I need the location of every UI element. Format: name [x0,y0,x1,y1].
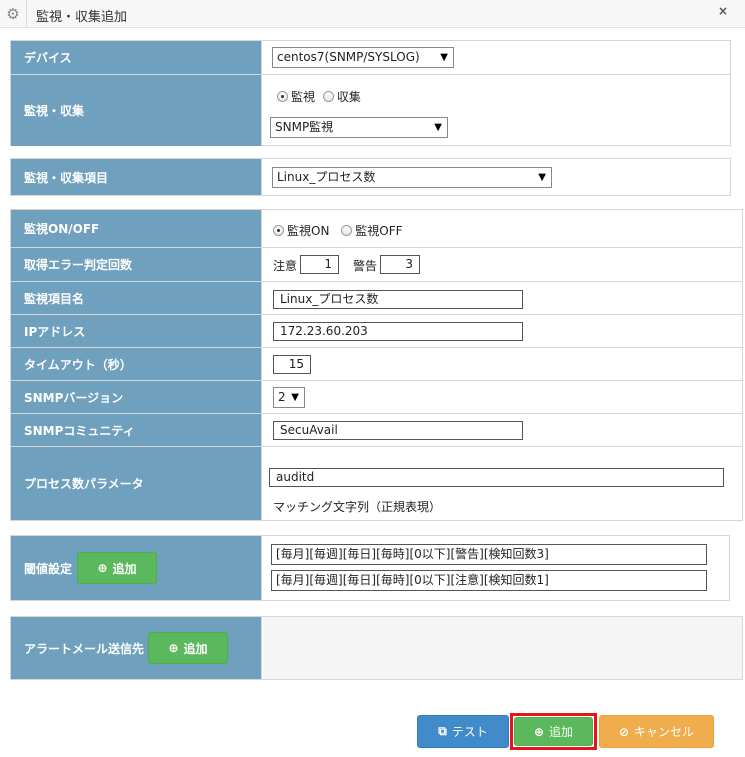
ip-label: IPアドレス [11,315,262,347]
timeout-input[interactable]: 15 [273,355,311,374]
radio-monitor-off[interactable] [341,225,353,236]
monitor-collect-label: 監視・収集 [11,75,262,146]
plus-circle-icon: ⊕ [533,724,545,739]
process-param-row: プロセス数パラメータ auditd マッチング文字列（正規表現） [11,447,742,520]
item-name-label: 監視項目名 [11,282,262,314]
plus-circle-icon: ⊕ [168,641,179,655]
ip-input[interactable]: 172.23.60.203 [273,322,523,341]
caution-count-input[interactable]: 1 [300,255,339,274]
monitor-collect-radios: 監視 収集 [277,88,361,105]
item-section: 監視・収集項目 Linux_プロセス数 ▼ [10,158,731,196]
titlebar-divider [26,0,27,28]
dropdown-arrow-icon: ▼ [291,392,299,403]
alert-mail-section: アラートメール送信先 ⊕ 追加 [10,616,743,680]
sitemap-icon: ⧉ [438,724,447,738]
snmp-version-label: SNMPバージョン [11,381,262,413]
radio-monitor[interactable] [277,91,288,102]
device-select[interactable]: centos7(SNMP/SYSLOG) ▼ [272,47,454,68]
monitor-onoff-row: 監視ON/OFF 監視ON 監視OFF [11,210,742,248]
error-count-row: 取得エラー判定回数 注意 1 警告 3 [11,248,742,282]
device-section: デバイス centos7(SNMP/SYSLOG) ▼ 監視・収集 監視 収集 … [10,40,731,146]
alert-mail-list [263,617,742,679]
item-name-row: 監視項目名 Linux_プロセス数 [11,282,742,315]
threshold-entry-1[interactable]: [毎月][毎週][毎日][毎時][0以下][警告][検知回数3] [271,544,707,565]
settings-section: 監視ON/OFF 監視ON 監視OFF 取得エラー判定回数 注意 1 警告 3 … [10,209,743,521]
dialog-title: 監視・収集追加 [36,10,128,25]
snmp-community-row: SNMPコミュニティ SecuAvail [11,414,742,447]
monitor-type-select[interactable]: SNMP監視 ▼ [270,117,448,138]
caution-label: 注意 [273,259,298,273]
threshold-label: 閾値設定 [24,561,73,576]
item-name-input[interactable]: Linux_プロセス数 [273,290,523,309]
error-count-label: 取得エラー判定回数 [11,248,262,281]
threshold-add-button[interactable]: ⊕ 追加 [77,552,157,584]
alert-mail-row: アラートメール送信先 ⊕ 追加 [11,617,742,679]
alert-mail-add-button[interactable]: ⊕ 追加 [148,632,228,664]
process-param-hint: マッチング文字列（正規表現） [273,500,442,514]
dropdown-arrow-icon: ▼ [440,52,448,63]
radio-collect[interactable] [322,91,334,102]
ip-row: IPアドレス 172.23.60.203 [11,315,742,348]
process-param-label: プロセス数パラメータ [11,447,262,520]
process-param-input[interactable]: auditd [269,468,724,487]
threshold-entry-2[interactable]: [毎月][毎週][毎日][毎時][0以下][注意][検知回数1] [271,570,707,591]
alert-mail-label: アラートメール送信先 [24,641,145,656]
monitor-onoff-label: 監視ON/OFF [11,210,262,247]
item-label: 監視・収集項目 [11,159,262,195]
warning-label: 警告 [353,259,378,273]
dialog-titlebar: ⚙ 監視・収集追加 × [0,0,745,28]
test-button[interactable]: ⧉ テスト [417,715,509,748]
dropdown-arrow-icon: ▼ [538,172,546,183]
cancel-button[interactable]: ⊘ キャンセル [599,715,714,748]
monitor-onoff-radios: 監視ON 監視OFF [273,222,403,239]
snmp-version-select[interactable]: 2 ▼ [273,387,305,408]
snmp-version-row: SNMPバージョン 2 ▼ [11,381,742,414]
radio-monitor-on[interactable] [273,225,284,236]
device-label: デバイス [11,41,262,74]
item-select[interactable]: Linux_プロセス数 ▼ [272,167,552,188]
add-button[interactable]: ⊕ 追加 [514,717,593,746]
warning-count-input[interactable]: 3 [380,255,420,274]
gear-icon: ⚙ [6,5,20,23]
close-icon[interactable]: × [718,4,728,18]
threshold-row: 閾値設定 ⊕ 追加 [毎月][毎週][毎日][毎時][0以下][警告][検知回数3… [11,536,729,600]
monitor-collect-row: 監視・収集 監視 収集 SNMP監視 ▼ [11,75,730,146]
timeout-row: タイムアウト（秒） 15 [11,348,742,381]
timeout-label: タイムアウト（秒） [11,348,262,380]
item-row: 監視・収集項目 Linux_プロセス数 ▼ [11,159,730,195]
threshold-section: 閾値設定 ⊕ 追加 [毎月][毎週][毎日][毎時][0以下][警告][検知回数3… [10,535,730,601]
plus-circle-icon: ⊕ [97,561,108,575]
dropdown-arrow-icon: ▼ [434,122,442,133]
snmp-community-input[interactable]: SecuAvail [273,421,523,440]
device-row: デバイス centos7(SNMP/SYSLOG) ▼ [11,41,730,75]
ban-icon: ⊘ [618,724,630,739]
snmp-community-label: SNMPコミュニティ [11,414,262,446]
